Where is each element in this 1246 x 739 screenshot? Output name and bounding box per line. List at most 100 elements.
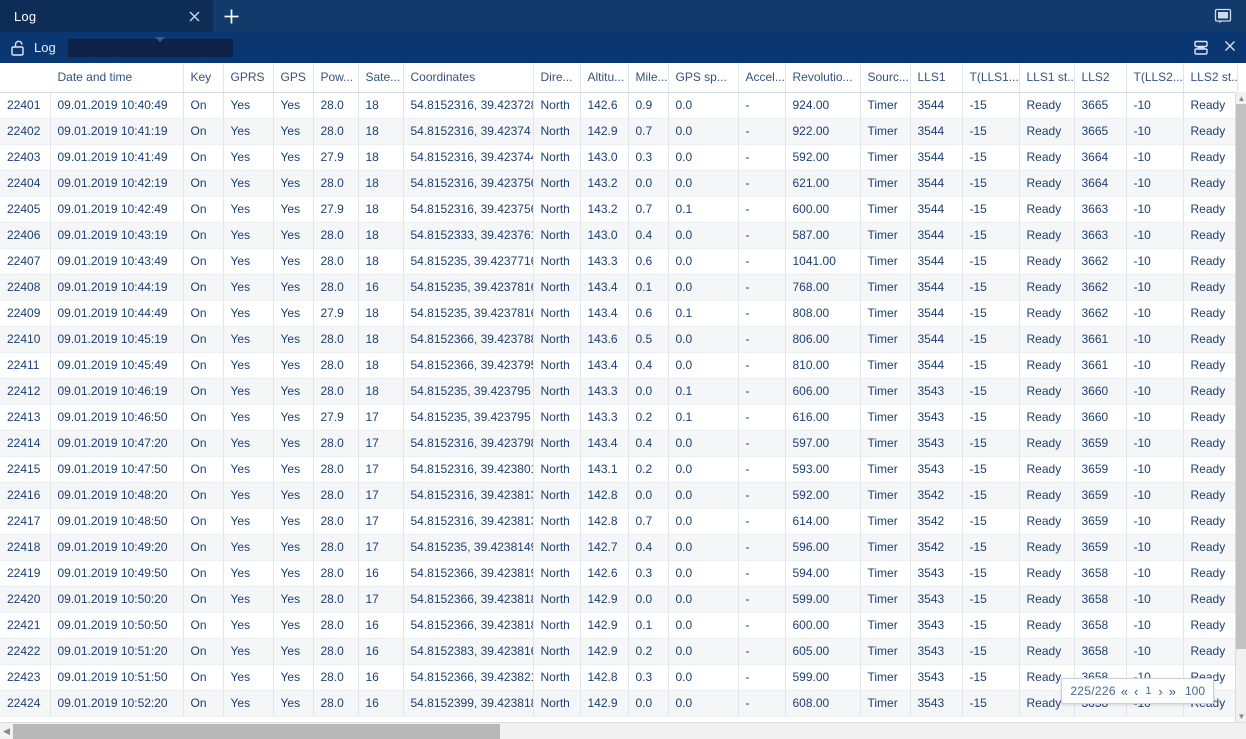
scroll-left-icon[interactable]: ◀ [0, 723, 13, 739]
table-row[interactable]: 22405 09.01.2019 10:42:49 On Yes Yes 27.9 18 54… [0, 196, 1238, 223]
table-row[interactable]: 22423 09.01.2019 10:51:50 On Yes Yes 28.0 16 54… [0, 664, 1238, 691]
table-row[interactable]: 22418 09.01.2019 10:49:20 On Yes Yes 28.0 17 54… [0, 534, 1238, 561]
cell-power: 28.0 [313, 378, 359, 405]
current-page-value[interactable]: 1 [1143, 685, 1153, 697]
column-header-datetime[interactable]: Date and time [50, 63, 184, 93]
horizontal-scroll-thumb[interactable] [13, 724, 500, 739]
cell-coord: 54.8152316, 39.4238016 [403, 456, 534, 483]
column-header-source[interactable]: Sourc... [860, 63, 911, 93]
log-select-value[interactable] [67, 38, 233, 57]
scroll-down-icon[interactable]: ▼ [1236, 710, 1246, 722]
column-header-key[interactable]: Key [183, 63, 224, 93]
vertical-scroll-thumb[interactable] [1236, 104, 1246, 649]
cell-power: 28.0 [313, 508, 359, 535]
page-size-value[interactable]: 100 [1185, 684, 1205, 698]
cell-key: On [183, 404, 224, 431]
table-row[interactable]: 22409 09.01.2019 10:44:49 On Yes Yes 27.9 18 54… [0, 300, 1238, 327]
table-row[interactable]: 22411 09.01.2019 10:45:49 On Yes Yes 28.0 18 54… [0, 352, 1238, 379]
column-header-coord[interactable]: Coordinates [403, 63, 534, 93]
vertical-scrollbar[interactable]: ▲ ▼ [1235, 92, 1246, 722]
cell-alt: 143.4 [580, 274, 629, 301]
column-header-lls2st[interactable]: LLS2 st... [1183, 63, 1238, 93]
split-layout-icon[interactable] [1192, 39, 1210, 57]
cell-lls1st: Ready [1019, 638, 1075, 665]
column-header-mile[interactable]: Mile... [628, 63, 669, 93]
cell-id: 22406 [0, 222, 51, 249]
cell-lls2: 3664 [1074, 144, 1127, 171]
table-row[interactable]: 22413 09.01.2019 10:46:50 On Yes Yes 27.9 17 54… [0, 404, 1238, 431]
column-header-lls2[interactable]: LLS2 [1074, 63, 1127, 93]
table-row[interactable]: 22416 09.01.2019 10:48:20 On Yes Yes 28.0 17 54… [0, 482, 1238, 509]
column-header-gprs[interactable]: GPRS [223, 63, 274, 93]
table-row[interactable]: 22424 09.01.2019 10:52:20 On Yes Yes 28.0 16 54… [0, 690, 1238, 717]
next-page-button[interactable]: › [1157, 685, 1163, 698]
cell-alt: 142.9 [580, 586, 629, 613]
cell-lls2st: Ready [1183, 560, 1238, 587]
prev-page-button[interactable]: ‹ [1133, 685, 1139, 698]
column-header-gpsspeed[interactable]: GPS sp... [668, 63, 739, 93]
column-header-lls1st[interactable]: LLS1 st... [1019, 63, 1075, 93]
cell-coord: 54.8152366, 39.4238183 [403, 612, 534, 639]
column-header-tlls2[interactable]: T(LLS2... [1126, 63, 1184, 93]
table-row[interactable]: 22408 09.01.2019 10:44:19 On Yes Yes 28.0 16 54… [0, 274, 1238, 301]
table-row[interactable]: 22414 09.01.2019 10:47:20 On Yes Yes 28.0 17 54… [0, 430, 1238, 457]
cell-dir: North [533, 560, 581, 587]
table-row[interactable]: 22401 09.01.2019 10:40:49 On Yes Yes 28.0 18 54… [0, 92, 1238, 119]
table-row[interactable]: 22419 09.01.2019 10:49:50 On Yes Yes 28.0 16 54… [0, 560, 1238, 587]
cell-tlls2: -10 [1126, 222, 1184, 249]
cell-id: 22419 [0, 560, 51, 587]
table-row[interactable]: 22420 09.01.2019 10:50:20 On Yes Yes 28.0 17 54… [0, 586, 1238, 613]
column-header-sat[interactable]: Sate... [358, 63, 404, 93]
unlock-icon[interactable] [8, 38, 28, 58]
window-screen-icon[interactable] [1212, 5, 1234, 27]
table-row[interactable]: 22422 09.01.2019 10:51:20 On Yes Yes 28.0 16 54… [0, 638, 1238, 665]
cell-source: Timer [860, 638, 911, 665]
table-row[interactable]: 22410 09.01.2019 10:45:19 On Yes Yes 28.0 18 54… [0, 326, 1238, 353]
cell-source: Timer [860, 690, 911, 717]
cell-tlls2: -10 [1126, 274, 1184, 301]
cell-tlls2: -10 [1126, 118, 1184, 145]
table-row[interactable]: 22421 09.01.2019 10:50:50 On Yes Yes 28.0 16 54… [0, 612, 1238, 639]
column-header-accel[interactable]: Accel... [738, 63, 786, 93]
cell-lls1: 3543 [910, 560, 963, 587]
table-row[interactable]: 22407 09.01.2019 10:43:49 On Yes Yes 28.0 18 54… [0, 248, 1238, 275]
column-header-alt[interactable]: Altitu... [580, 63, 629, 93]
cell-key: On [183, 612, 224, 639]
horizontal-scrollbar[interactable]: ◀ [0, 722, 1246, 739]
column-header-rev[interactable]: Revolutio... [785, 63, 861, 93]
column-header-tlls1[interactable]: T(LLS1... [962, 63, 1020, 93]
cell-mile: 0.2 [628, 404, 669, 431]
cell-id: 22422 [0, 638, 51, 665]
table-row[interactable]: 22403 09.01.2019 10:41:49 On Yes Yes 27.9 18 54… [0, 144, 1238, 171]
table-row[interactable]: 22412 09.01.2019 10:46:19 On Yes Yes 28.0 18 54… [0, 378, 1238, 405]
last-page-button[interactable]: » [1168, 685, 1177, 698]
tab-log[interactable]: Log [0, 0, 213, 32]
column-header-gps[interactable]: GPS [273, 63, 314, 93]
table-row[interactable]: 22417 09.01.2019 10:48:50 On Yes Yes 28.0 17 54… [0, 508, 1238, 535]
cell-sat: 17 [358, 404, 404, 431]
log-select[interactable] [67, 38, 233, 57]
plus-icon[interactable] [213, 0, 249, 32]
table-row[interactable]: 22402 09.01.2019 10:41:19 On Yes Yes 28.0 18 54… [0, 118, 1238, 145]
first-page-button[interactable]: « [1120, 685, 1129, 698]
scroll-up-icon[interactable]: ▲ [1236, 92, 1246, 104]
chevron-down-icon[interactable] [155, 37, 165, 42]
cell-power: 28.0 [313, 326, 359, 353]
cell-datetime: 09.01.2019 10:45:19 [50, 326, 184, 353]
column-header-power[interactable]: Pow... [313, 63, 359, 93]
close-icon[interactable] [185, 7, 203, 25]
cell-lls1: 3543 [910, 638, 963, 665]
cell-rev: 806.00 [785, 326, 861, 353]
cell-datetime: 09.01.2019 10:43:19 [50, 222, 184, 249]
close-icon[interactable] [1224, 40, 1236, 55]
cell-source: Timer [860, 144, 911, 171]
column-header-dir[interactable]: Dire... [533, 63, 581, 93]
cell-key: On [183, 482, 224, 509]
column-header-lls1[interactable]: LLS1 [910, 63, 963, 93]
cell-mile: 0.1 [628, 612, 669, 639]
table-row[interactable]: 22415 09.01.2019 10:47:50 On Yes Yes 28.0 17 54… [0, 456, 1238, 483]
table-row[interactable]: 22404 09.01.2019 10:42:19 On Yes Yes 28.0 18 54… [0, 170, 1238, 197]
column-header-id[interactable] [0, 63, 51, 93]
table-row[interactable]: 22406 09.01.2019 10:43:19 On Yes Yes 28.0 18 54… [0, 222, 1238, 249]
log-table-body: 22401 09.01.2019 10:40:49 On Yes Yes 28.0 18 54… [0, 92, 1238, 717]
